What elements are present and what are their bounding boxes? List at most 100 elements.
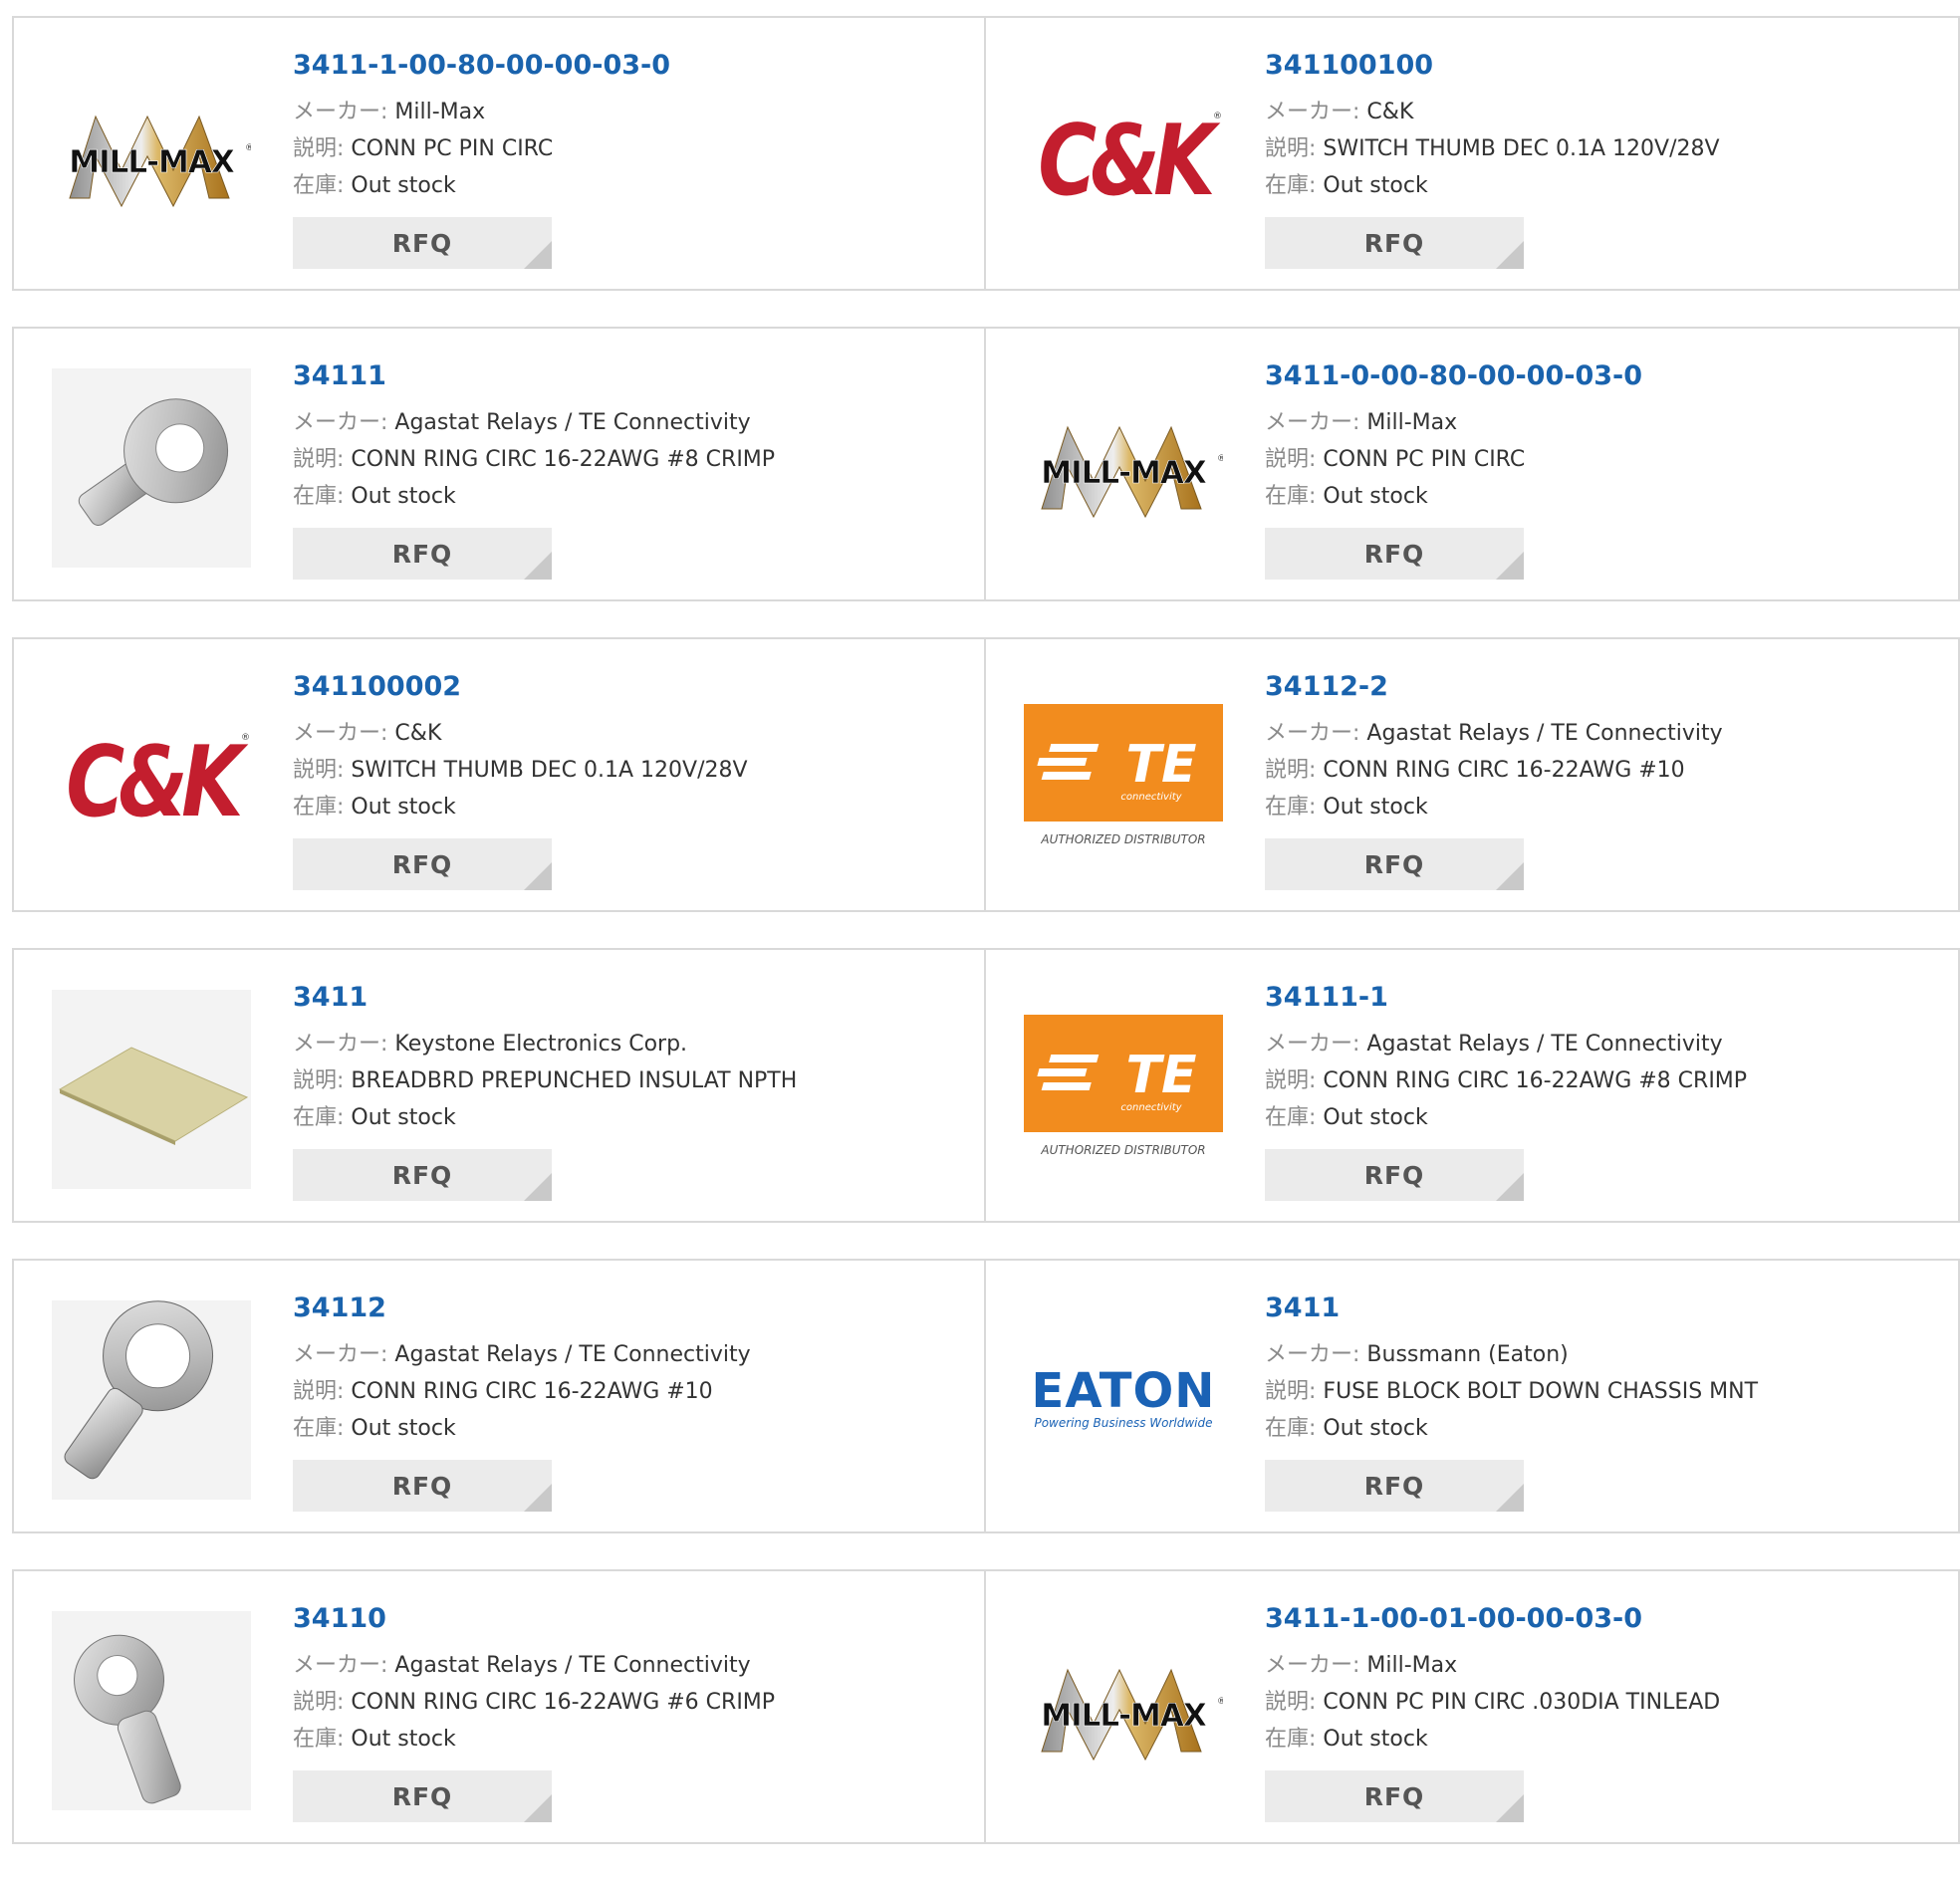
stock-status-label: 在庫: [293,1105,345,1130]
rfq-button[interactable]: RFQ [1265,1770,1524,1822]
product-info: 3411-1-00-01-00-00-03-0 メーカー: Mill-Max 説明:… [1265,1601,1720,1758]
svg-text:TE: TE [1126,735,1197,795]
stock-status-value: Out stock [1323,1727,1428,1752]
svg-text:®: ® [245,143,251,153]
mill-max-logo: MILL-MAX ® [1041,1668,1223,1762]
product-thumbnail[interactable]: MILL-MAX ® [1024,1611,1223,1810]
product-thumbnail[interactable] [52,368,251,568]
product-row: C&K ® 341100002 メーカー: C&K 説明: SWITCH THUMB D… [12,637,1960,912]
product-thumbnail[interactable]: TE connectivity AUTHORIZED DISTRIBUTOR [1024,990,1223,1189]
product-card: 3411 メーカー: Keystone Electronics Corp. 説明: … [12,948,986,1223]
product-thumbnail[interactable]: TE connectivity AUTHORIZED DISTRIBUTOR [1024,679,1223,878]
part-number-link[interactable]: 3411-1-00-80-00-00-03-0 [293,48,670,84]
corner-triangle-icon [524,862,552,890]
product-row: 34110 メーカー: Agastat Relays / TE Connectiv… [12,1569,1960,1844]
product-thumbnail[interactable]: C&K ® [1024,58,1223,257]
stock-status-label: 在庫: [293,1416,345,1441]
description-value: BREADBRD PREPUNCHED INSULAT NPTH [351,1068,798,1093]
eaton-logo: EATONPowering Business Worldwide [1032,1363,1215,1430]
product-thumbnail[interactable]: MILL-MAX ® [52,58,251,257]
manufacturer-value: Mill-Max [394,100,486,124]
rfq-button[interactable]: RFQ [293,1770,552,1822]
manufacturer-value: Agastat Relays / TE Connectivity [1366,1032,1723,1057]
svg-text:connectivity: connectivity [1120,792,1182,803]
description-value: CONN RING CIRC 16-22AWG #6 CRIMP [351,1690,776,1715]
manufacturer-label: メーカー: [1265,1653,1360,1678]
stock-status-value: Out stock [351,1105,456,1130]
part-number-link[interactable]: 3411-0-00-80-00-00-03-0 [1265,358,1642,394]
rfq-button[interactable]: RFQ [293,1460,552,1512]
product-thumbnail[interactable] [52,1300,251,1500]
manufacturer-value: C&K [394,721,442,746]
rfq-button[interactable]: RFQ [1265,1149,1524,1201]
svg-text:AUTHORIZED DISTRIBUTOR: AUTHORIZED DISTRIBUTOR [1040,832,1205,846]
description-line: 説明: BREADBRD PREPUNCHED INSULAT NPTH [293,1062,797,1099]
product-info: 3411 メーカー: Bussmann (Eaton) 説明: FUSE BLOCK… [1265,1291,1758,1447]
product-thumbnail[interactable]: MILL-MAX ® [1024,368,1223,568]
stock-status-line: 在庫: Out stock [293,1721,775,1758]
product-thumbnail[interactable] [52,990,251,1189]
description-line: 説明: CONN RING CIRC 16-22AWG #10 [293,1373,751,1410]
product-row: 34111 メーカー: Agastat Relays / TE Connectiv… [12,327,1960,601]
rfq-button[interactable]: RFQ [293,1149,552,1201]
ring-terminal-image [52,1611,251,1810]
stock-status-label: 在庫: [293,1727,345,1752]
product-info: 341100100 メーカー: C&K 説明: SWITCH THUMB DEC 0… [1265,48,1720,204]
product-thumbnail[interactable]: EATON Powering Business Worldwide [1024,1300,1223,1500]
corner-triangle-icon [524,1794,552,1822]
manufacturer-line: メーカー: Agastat Relays / TE Connectivity [293,1336,751,1373]
description-line: 説明: CONN PC PIN CIRC .030DIA TINLEAD [1265,1684,1720,1721]
stock-status-value: Out stock [1323,1105,1428,1130]
part-number-link[interactable]: 34111 [293,358,775,394]
part-number-link[interactable]: 3411-1-00-01-00-00-03-0 [1265,1601,1720,1637]
manufacturer-value: Agastat Relays / TE Connectivity [394,1653,751,1678]
rfq-button[interactable]: RFQ [293,838,552,890]
svg-text:C&K: C&K [1038,105,1220,212]
product-thumbnail[interactable]: C&K ® [52,679,251,878]
stock-status-line: 在庫: Out stock [293,1410,751,1447]
svg-text:Powering Business Worldwide: Powering Business Worldwide [1034,1416,1212,1430]
manufacturer-value: Agastat Relays / TE Connectivity [394,410,751,435]
description-label: 説明: [293,1068,345,1093]
manufacturer-line: メーカー: C&K [293,715,748,752]
product-row: 3411 メーカー: Keystone Electronics Corp. 説明: … [12,948,1960,1223]
part-number-link[interactable]: 34110 [293,1601,775,1637]
rfq-button-label: RFQ [391,1781,453,1811]
manufacturer-value: Agastat Relays / TE Connectivity [394,1342,751,1367]
product-info: 341100002 メーカー: C&K 説明: SWITCH THUMB DEC 0… [293,669,748,825]
rfq-button[interactable]: RFQ [1265,217,1524,269]
product-info: 34111-1 メーカー: Agastat Relays / TE Connect… [1265,980,1747,1136]
manufacturer-label: メーカー: [293,721,388,746]
rfq-button[interactable]: RFQ [1265,1460,1524,1512]
corner-triangle-icon [524,241,552,269]
stock-status-label: 在庫: [293,795,345,820]
part-number-link[interactable]: 3411 [293,980,797,1016]
part-number-link[interactable]: 341100002 [293,669,748,705]
description-label: 説明: [1265,1068,1317,1093]
rfq-button[interactable]: RFQ [293,528,552,580]
description-value: SWITCH THUMB DEC 0.1A 120V/28V [1323,136,1720,161]
product-card: C&K ® 341100100 メーカー: C&K 説明: SWITCH THUMB D… [986,16,1960,291]
part-number-link[interactable]: 34112-2 [1265,669,1723,705]
part-number-link[interactable]: 341100100 [1265,48,1720,84]
part-number-link[interactable]: 34112 [293,1291,751,1326]
te-logo: TEconnectivity AUTHORIZED DISTRIBUTOR [1024,704,1223,846]
rfq-button[interactable]: RFQ [1265,528,1524,580]
product-thumbnail[interactable] [52,1611,251,1810]
part-number-link[interactable]: 34111-1 [1265,980,1747,1016]
description-label: 説明: [1265,1690,1317,1715]
corner-triangle-icon [1496,552,1524,580]
rfq-button[interactable]: RFQ [1265,838,1524,890]
rfq-button[interactable]: RFQ [293,217,552,269]
description-label: 説明: [1265,1379,1317,1404]
part-number-link[interactable]: 3411 [1265,1291,1758,1326]
mill-max-logo: MILL-MAX ® [1041,425,1223,519]
svg-text:C&K: C&K [66,726,248,833]
manufacturer-line: メーカー: Agastat Relays / TE Connectivity [293,404,775,441]
corner-triangle-icon [524,1173,552,1201]
corner-triangle-icon [524,1484,552,1512]
product-card: 34111 メーカー: Agastat Relays / TE Connectiv… [12,327,986,601]
description-label: 説明: [293,447,345,472]
svg-text:connectivity: connectivity [1120,1102,1182,1113]
description-label: 説明: [293,1690,345,1715]
